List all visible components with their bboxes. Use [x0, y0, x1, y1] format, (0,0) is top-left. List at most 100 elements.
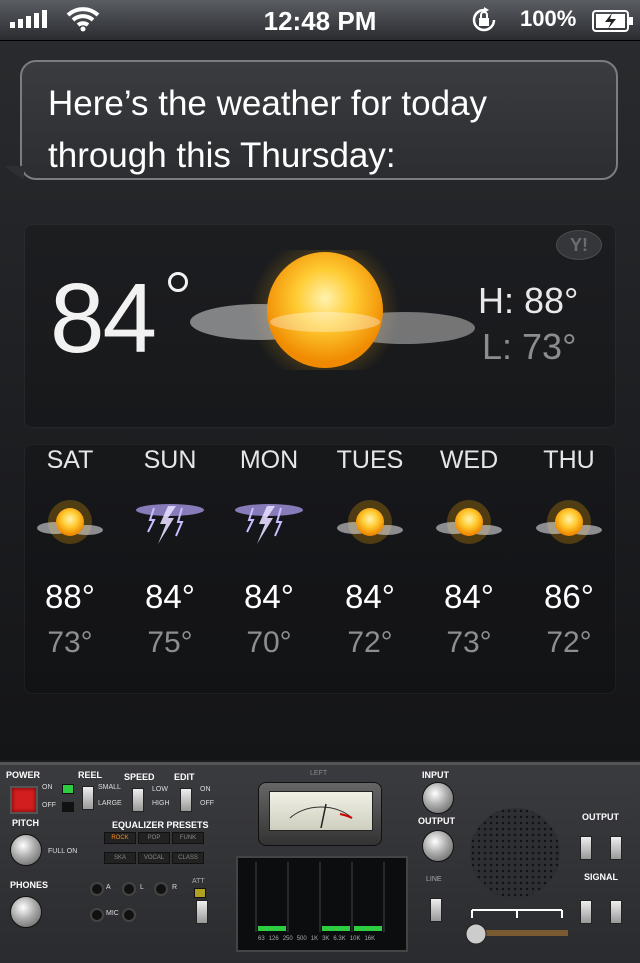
preset-button-vocal[interactable]: VOCAL — [138, 852, 170, 864]
line-label: LINE — [426, 876, 442, 883]
jack-r-label: R — [172, 884, 178, 891]
forecast-day: TUES 84° 72° — [320, 446, 420, 660]
vu-meter-face — [269, 791, 373, 831]
eq-frequency-label: 10K — [349, 936, 361, 942]
speed-high-label: HIGH — [152, 800, 170, 807]
forecast-low: 70° — [246, 626, 292, 659]
eq-frequency-label: 3K — [322, 936, 330, 942]
signal-switch-left[interactable] — [580, 900, 592, 924]
siri-response-bubble: Here’s the weather for today through thi… — [4, 60, 618, 180]
preset-button-rock[interactable]: ROCK — [104, 832, 136, 844]
sun-cloud-icon — [320, 486, 420, 558]
eq-frequency-label: 63 — [258, 936, 265, 942]
edit-label: EDIT — [174, 772, 195, 782]
input-knob[interactable] — [422, 782, 454, 814]
full-on-label: FULL ON — [48, 848, 78, 855]
power-off-led — [62, 802, 74, 812]
input-a-jack[interactable] — [90, 882, 104, 896]
degree-symbol — [168, 272, 188, 292]
equalizer-presets-label: EQUALIZER PRESETS — [112, 820, 209, 830]
power-button[interactable] — [10, 786, 38, 814]
output-switch-right[interactable] — [610, 836, 622, 860]
pitch-knob[interactable] — [10, 834, 42, 866]
power-label: POWER — [6, 770, 41, 780]
edit-switch[interactable] — [180, 788, 192, 812]
equalizer-display: 63 126 250 500 1K 3K 6.3K 10K 16K — [236, 856, 408, 952]
forecast-high: 84° — [145, 578, 195, 615]
input-l-jack[interactable] — [122, 882, 136, 896]
power-off-label: OFF — [42, 802, 56, 809]
forecast-low: 73° — [446, 626, 492, 659]
reel-large-label: LARGE — [98, 800, 122, 807]
battery-percent: 100% — [520, 6, 577, 31]
eq-frequency-label: 1K — [310, 936, 319, 942]
signal-label: SIGNAL — [584, 872, 619, 882]
line-switch[interactable] — [430, 898, 442, 922]
forecast-day-name: WED — [439, 446, 499, 474]
speed-low-label: LOW — [152, 786, 168, 793]
att-switch[interactable] — [196, 900, 208, 924]
jack-a-label: A — [106, 884, 111, 891]
forecast-day-name: TUES — [336, 446, 404, 474]
thunderstorm-icon — [120, 486, 220, 558]
preset-button-ska[interactable]: SKA — [104, 852, 136, 864]
forecast-day: WED 84° 73° — [419, 446, 519, 660]
rotation-lock-icon — [472, 7, 496, 32]
preset-button-class[interactable]: CLASS — [172, 852, 204, 864]
forecast-day: THU 86° 72° — [519, 446, 619, 660]
speaker-grille — [470, 808, 560, 898]
reel-switch[interactable] — [82, 786, 94, 810]
jack-l-label: L — [140, 884, 144, 891]
bubble-tail — [4, 166, 24, 180]
edit-off-label: OFF — [200, 800, 214, 807]
preset-button-pop[interactable]: POP — [138, 832, 170, 844]
vu-meter — [258, 782, 382, 846]
thunderstorm-icon — [219, 486, 319, 558]
yahoo-logo[interactable]: Y! — [556, 230, 602, 260]
forecast-low: 75° — [147, 626, 193, 659]
input-r-jack[interactable] — [154, 882, 168, 896]
power-on-label: ON — [42, 784, 53, 791]
meter-left-label: LEFT — [310, 770, 328, 777]
signal-switch-right[interactable] — [610, 900, 622, 924]
att-label: ATT — [192, 878, 205, 885]
eq-frequency-label: 16K — [364, 936, 376, 942]
forecast-high: 86° — [544, 578, 594, 615]
eq-frequency-label: 250 — [282, 936, 293, 942]
current-temperature: 84 — [50, 263, 157, 373]
status-bar: 12:48 PM 100% — [0, 0, 640, 41]
eq-frequency-label: 500 — [296, 936, 307, 942]
eq-frequency-label: 6.3K — [333, 936, 346, 942]
preset-button-funk[interactable]: FUNK — [172, 832, 204, 844]
sun-cloud-icon — [519, 486, 619, 558]
low-temperature: L: 73° — [482, 326, 577, 367]
reel-small-label: SMALL — [98, 784, 121, 791]
forecast-day-name: SUN — [143, 446, 197, 474]
equalizer-graph — [255, 862, 385, 932]
forecast-low: 72° — [546, 626, 592, 659]
forecast-day: SAT 88° 73° — [20, 446, 120, 660]
input-label: INPUT — [422, 770, 449, 780]
forecast-high: 84° — [244, 578, 294, 615]
sun-cloud-icon — [419, 486, 519, 558]
forecast-day: MON 84° 70° — [219, 446, 319, 660]
edit-on-label: ON — [200, 786, 211, 793]
forecast-low: 72° — [347, 626, 393, 659]
phones-label: PHONES — [10, 880, 49, 890]
pitch-label: PITCH — [12, 818, 39, 828]
eq-frequency-label: 126 — [268, 936, 279, 942]
sun-cloud-icon — [190, 250, 475, 370]
equalizer-frequencies: 63 126 250 500 1K 3K 6.3K 10K 16K — [258, 936, 375, 942]
mic-label: MIC — [106, 910, 119, 917]
output-knob[interactable] — [422, 830, 454, 862]
mic-jack[interactable] — [90, 908, 104, 922]
output-label: OUTPUT — [418, 816, 455, 826]
mic-jack-2[interactable] — [122, 908, 136, 922]
high-temperature: H: 88° — [478, 280, 579, 321]
output-switch-left[interactable] — [580, 836, 592, 860]
pitch-slider[interactable] — [462, 906, 572, 946]
forecast-low: 73° — [47, 626, 93, 659]
phones-knob[interactable] — [10, 896, 42, 928]
speed-switch[interactable] — [132, 788, 144, 812]
battery-charging-icon — [592, 10, 633, 32]
